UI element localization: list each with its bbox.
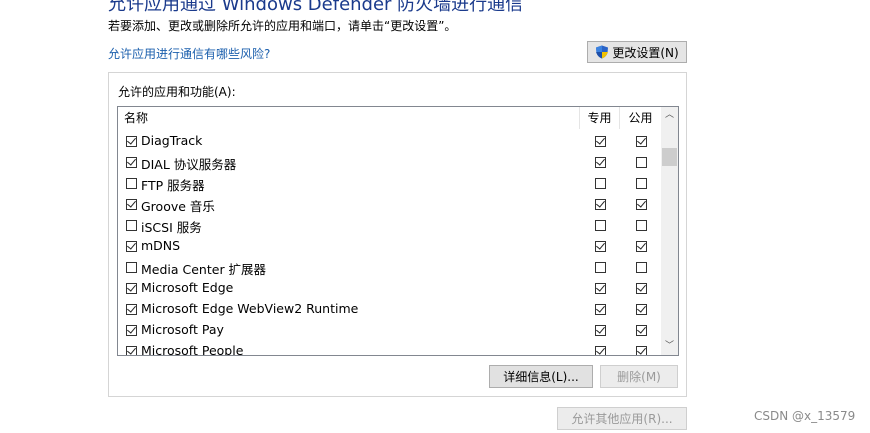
- app-enabled-checkbox[interactable]: [126, 325, 137, 336]
- chevron-up-icon[interactable]: ︿: [661, 107, 678, 124]
- private-checkbox[interactable]: [595, 283, 606, 294]
- change-settings-button[interactable]: 更改设置(N): [587, 41, 687, 63]
- watermark: CSDN @x_13579: [754, 409, 856, 423]
- private-checkbox[interactable]: [595, 178, 606, 189]
- private-checkbox[interactable]: [595, 136, 606, 147]
- app-name: mDNS: [141, 238, 181, 253]
- public-checkbox[interactable]: [636, 220, 647, 231]
- app-name: Microsoft Pay: [141, 322, 224, 337]
- private-checkbox[interactable]: [595, 304, 606, 315]
- app-name: DIAL 协议服务器: [141, 157, 237, 172]
- public-checkbox[interactable]: [636, 325, 647, 336]
- allowed-apps-list[interactable]: 名称 专用 公用 DiagTrack DIAL 协议服务器 FTP 服务器 Groov…: [117, 106, 679, 356]
- public-checkbox[interactable]: [636, 157, 647, 168]
- app-name: Groove 音乐: [141, 199, 215, 214]
- column-header-public[interactable]: 公用: [620, 107, 661, 129]
- app-enabled-checkbox[interactable]: [126, 157, 137, 168]
- app-enabled-checkbox[interactable]: [126, 220, 137, 231]
- public-checkbox[interactable]: [636, 346, 647, 355]
- app-enabled-checkbox[interactable]: [126, 262, 137, 273]
- page-description: 若要添加、更改或删除所允许的应用和端口，请单击“更改设置”。: [108, 19, 457, 33]
- app-name: Microsoft Edge WebView2 Runtime: [141, 301, 359, 316]
- public-checkbox[interactable]: [636, 199, 647, 210]
- private-checkbox[interactable]: [595, 220, 606, 231]
- remove-button[interactable]: 删除(M): [600, 365, 678, 388]
- private-checkbox[interactable]: [595, 157, 606, 168]
- column-header-name[interactable]: 名称: [118, 107, 580, 129]
- vertical-scrollbar[interactable]: ︿ ﹀: [661, 107, 678, 355]
- app-row[interactable]: Media Center 扩展器: [118, 257, 661, 278]
- private-checkbox[interactable]: [595, 241, 606, 252]
- app-enabled-checkbox[interactable]: [126, 178, 137, 189]
- app-row[interactable]: Microsoft Edge WebView2 Runtime: [118, 299, 661, 320]
- app-name: iSCSI 服务: [141, 220, 202, 235]
- app-name: Media Center 扩展器: [141, 262, 267, 277]
- app-name: Microsoft Edge: [141, 280, 234, 295]
- private-checkbox[interactable]: [595, 325, 606, 336]
- public-checkbox[interactable]: [636, 304, 647, 315]
- scrollbar-thumb[interactable]: [662, 148, 677, 166]
- app-row[interactable]: Microsoft Edge: [118, 278, 661, 299]
- public-checkbox[interactable]: [636, 283, 647, 294]
- column-header-private[interactable]: 专用: [580, 107, 620, 129]
- app-enabled-checkbox[interactable]: [126, 241, 137, 252]
- app-row[interactable]: FTP 服务器: [118, 173, 661, 194]
- allowed-apps-label: 允许的应用和功能(A):: [118, 85, 236, 99]
- app-row[interactable]: Groove 音乐: [118, 194, 661, 215]
- change-settings-label: 更改设置(N): [612, 45, 679, 60]
- chevron-down-icon[interactable]: ﹀: [661, 338, 678, 355]
- private-checkbox[interactable]: [595, 199, 606, 210]
- app-enabled-checkbox[interactable]: [126, 304, 137, 315]
- app-row[interactable]: DiagTrack: [118, 131, 661, 152]
- app-enabled-checkbox[interactable]: [126, 199, 137, 210]
- details-button[interactable]: 详细信息(L)...: [489, 365, 593, 388]
- app-row[interactable]: mDNS: [118, 236, 661, 257]
- app-row[interactable]: Microsoft Pay: [118, 320, 661, 341]
- public-checkbox[interactable]: [636, 136, 647, 147]
- private-checkbox[interactable]: [595, 346, 606, 355]
- public-checkbox[interactable]: [636, 178, 647, 189]
- app-enabled-checkbox[interactable]: [126, 283, 137, 294]
- public-checkbox[interactable]: [636, 262, 647, 273]
- app-enabled-checkbox[interactable]: [126, 136, 137, 147]
- allow-other-app-button[interactable]: 允许其他应用(R)...: [557, 407, 687, 430]
- app-enabled-checkbox[interactable]: [126, 346, 137, 355]
- app-row[interactable]: iSCSI 服务: [118, 215, 661, 236]
- public-checkbox[interactable]: [636, 241, 647, 252]
- app-row[interactable]: Microsoft People: [118, 341, 661, 356]
- app-name: Microsoft People: [141, 343, 244, 356]
- private-checkbox[interactable]: [595, 262, 606, 273]
- risk-info-link[interactable]: 允许应用进行通信有哪些风险?: [108, 45, 270, 62]
- page-title: 允许应用通过 Windows Defender 防火墙进行通信: [108, 0, 524, 15]
- app-name: DiagTrack: [141, 133, 203, 148]
- uac-shield-icon: [595, 45, 609, 59]
- app-name: FTP 服务器: [141, 178, 205, 193]
- app-row[interactable]: DIAL 协议服务器: [118, 152, 661, 173]
